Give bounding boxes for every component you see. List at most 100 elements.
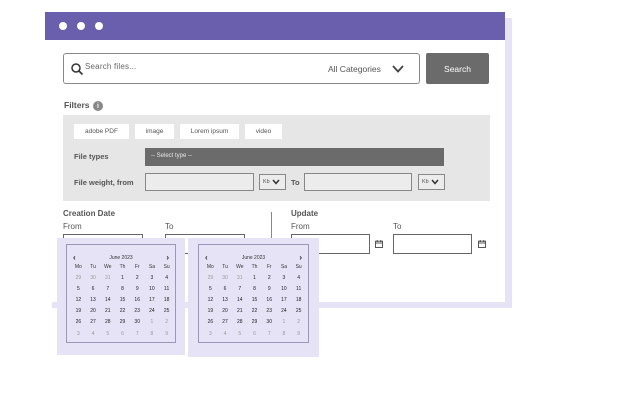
calendar-day[interactable]: 4 bbox=[159, 275, 174, 283]
calendar-day[interactable]: 7 bbox=[100, 286, 115, 294]
calendar-day[interactable]: 6 bbox=[86, 286, 101, 294]
calendar-day[interactable]: 3 bbox=[203, 331, 218, 339]
calendar-day[interactable]: 21 bbox=[232, 308, 247, 316]
calendar-day[interactable]: 7 bbox=[232, 286, 247, 294]
calendar-day[interactable]: 1 bbox=[277, 319, 292, 327]
weight-to-unit-select[interactable]: Kb bbox=[418, 174, 445, 190]
calendar-day[interactable]: 25 bbox=[291, 308, 306, 316]
calendar-day[interactable]: 20 bbox=[218, 308, 233, 316]
calendar-day[interactable]: 2 bbox=[130, 275, 145, 283]
calendar-day[interactable]: 11 bbox=[291, 286, 306, 294]
window-dot-icon[interactable] bbox=[95, 22, 103, 30]
calendar-day[interactable]: 30 bbox=[86, 275, 101, 283]
chevron-right-icon[interactable]: › bbox=[166, 253, 169, 262]
calendar-day[interactable]: 8 bbox=[277, 331, 292, 339]
filter-tag[interactable]: adobe PDF bbox=[74, 124, 129, 139]
calendar-day[interactable]: 26 bbox=[203, 319, 218, 327]
calendar-day[interactable]: 24 bbox=[145, 308, 160, 316]
chevron-right-icon[interactable]: › bbox=[299, 253, 302, 262]
calendar-day[interactable]: 16 bbox=[130, 297, 145, 305]
calendar-day[interactable]: 13 bbox=[86, 297, 101, 305]
search-input[interactable]: Search files... All Categories bbox=[63, 53, 420, 84]
calendar-day[interactable]: 3 bbox=[277, 275, 292, 283]
calendar-day[interactable]: 3 bbox=[71, 331, 86, 339]
calendar-day[interactable]: 19 bbox=[71, 308, 86, 316]
calendar-day[interactable]: 25 bbox=[159, 308, 174, 316]
calendar-day[interactable]: 30 bbox=[218, 275, 233, 283]
calendar-day[interactable]: 12 bbox=[71, 297, 86, 305]
calendar-day[interactable]: 9 bbox=[130, 286, 145, 294]
calendar-day[interactable]: 9 bbox=[159, 331, 174, 339]
calendar-day[interactable]: 4 bbox=[86, 331, 101, 339]
calendar-day[interactable]: 31 bbox=[232, 275, 247, 283]
calendar-day[interactable]: 29 bbox=[247, 319, 262, 327]
calendar-day[interactable]: 19 bbox=[203, 308, 218, 316]
calendar-day[interactable]: 1 bbox=[115, 275, 130, 283]
filter-tag[interactable]: image bbox=[135, 124, 174, 139]
calendar-day[interactable]: 23 bbox=[262, 308, 277, 316]
calendar-day[interactable]: 26 bbox=[71, 319, 86, 327]
calendar-icon[interactable] bbox=[375, 240, 383, 248]
calendar-day[interactable]: 15 bbox=[247, 297, 262, 305]
calendar-day[interactable]: 1 bbox=[145, 319, 160, 327]
calendar-day[interactable]: 14 bbox=[100, 297, 115, 305]
calendar-day[interactable]: 6 bbox=[247, 331, 262, 339]
search-button[interactable]: Search bbox=[426, 53, 489, 84]
calendar-day[interactable]: 18 bbox=[159, 297, 174, 305]
calendar-day[interactable]: 16 bbox=[262, 297, 277, 305]
calendar-day[interactable]: 21 bbox=[100, 308, 115, 316]
update-to-input[interactable] bbox=[393, 234, 472, 254]
calendar-day[interactable]: 7 bbox=[130, 331, 145, 339]
calendar-day[interactable]: 10 bbox=[145, 286, 160, 294]
window-dot-icon[interactable] bbox=[59, 22, 67, 30]
calendar-day[interactable]: 5 bbox=[203, 286, 218, 294]
calendar-day[interactable]: 3 bbox=[145, 275, 160, 283]
calendar-day[interactable]: 31 bbox=[100, 275, 115, 283]
calendar-day[interactable]: 5 bbox=[71, 286, 86, 294]
calendar-day[interactable]: 22 bbox=[247, 308, 262, 316]
chevron-down-icon[interactable] bbox=[391, 62, 405, 76]
calendar-day[interactable]: 20 bbox=[86, 308, 101, 316]
calendar-day[interactable]: 5 bbox=[232, 331, 247, 339]
calendar-day[interactable]: 9 bbox=[291, 331, 306, 339]
weight-from-input[interactable] bbox=[145, 173, 254, 191]
calendar-day[interactable]: 2 bbox=[159, 319, 174, 327]
calendar-day[interactable]: 2 bbox=[262, 275, 277, 283]
calendar-day[interactable]: 8 bbox=[247, 286, 262, 294]
calendar-day[interactable]: 29 bbox=[203, 275, 218, 283]
filter-tag[interactable]: Lorem ipsum bbox=[180, 124, 239, 139]
calendar-day[interactable]: 24 bbox=[277, 308, 292, 316]
calendar-day[interactable]: 17 bbox=[277, 297, 292, 305]
calendar-day[interactable]: 5 bbox=[100, 331, 115, 339]
calendar-day[interactable]: 13 bbox=[218, 297, 233, 305]
calendar-day[interactable]: 4 bbox=[218, 331, 233, 339]
calendar-day[interactable]: 4 bbox=[291, 275, 306, 283]
calendar-day[interactable]: 29 bbox=[71, 275, 86, 283]
calendar-day[interactable]: 12 bbox=[203, 297, 218, 305]
calendar-day[interactable]: 22 bbox=[115, 308, 130, 316]
category-dropdown-label[interactable]: All Categories bbox=[328, 64, 381, 74]
calendar-day[interactable]: 27 bbox=[218, 319, 233, 327]
window-dot-icon[interactable] bbox=[77, 22, 85, 30]
info-icon[interactable]: i bbox=[93, 101, 103, 111]
calendar-day[interactable]: 15 bbox=[115, 297, 130, 305]
calendar-day[interactable]: 7 bbox=[262, 331, 277, 339]
calendar-day[interactable]: 6 bbox=[115, 331, 130, 339]
calendar-day[interactable]: 17 bbox=[145, 297, 160, 305]
calendar-day[interactable]: 30 bbox=[130, 319, 145, 327]
calendar-day[interactable]: 23 bbox=[130, 308, 145, 316]
calendar-day[interactable]: 18 bbox=[291, 297, 306, 305]
calendar-day[interactable]: 8 bbox=[145, 331, 160, 339]
calendar-day[interactable]: 30 bbox=[262, 319, 277, 327]
weight-to-input[interactable] bbox=[304, 173, 412, 191]
file-types-select[interactable]: -- Select type -- bbox=[145, 148, 444, 166]
calendar-day[interactable]: 10 bbox=[277, 286, 292, 294]
calendar-day[interactable]: 28 bbox=[100, 319, 115, 327]
calendar-day[interactable]: 9 bbox=[262, 286, 277, 294]
calendar-day[interactable]: 6 bbox=[218, 286, 233, 294]
calendar-day[interactable]: 29 bbox=[115, 319, 130, 327]
calendar-day[interactable]: 27 bbox=[86, 319, 101, 327]
calendar-day[interactable]: 28 bbox=[232, 319, 247, 327]
filter-tag[interactable]: video bbox=[245, 124, 282, 139]
calendar-day[interactable]: 1 bbox=[247, 275, 262, 283]
